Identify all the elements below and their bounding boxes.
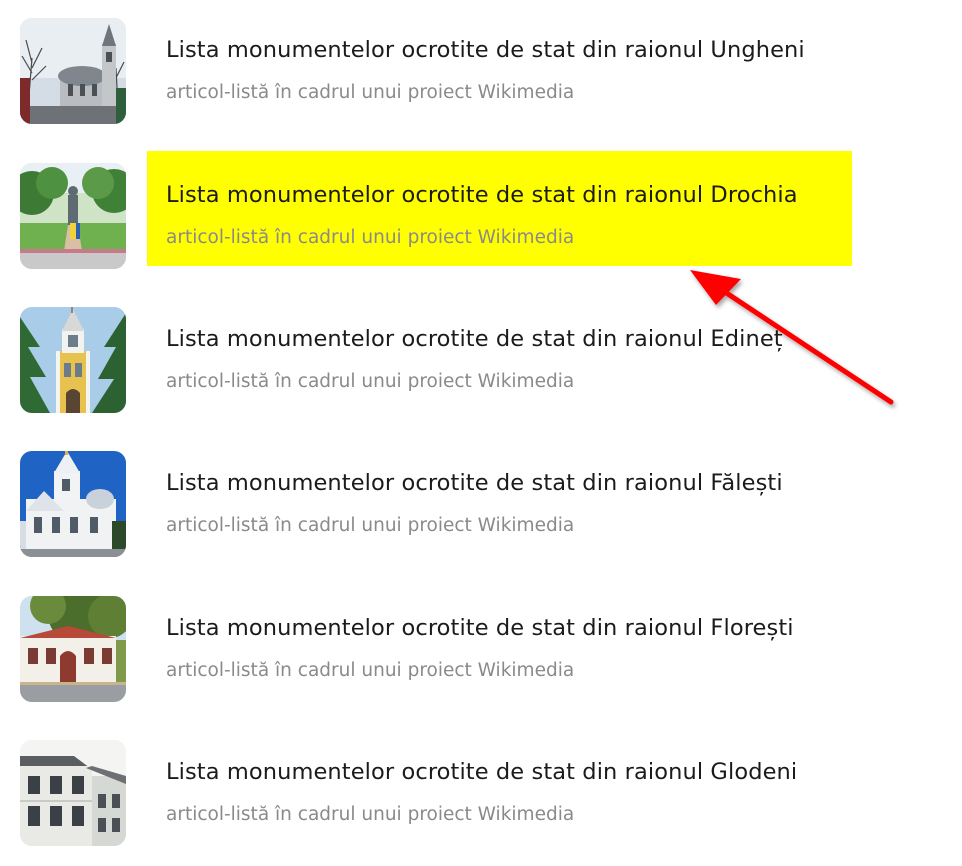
result-item-falesti[interactable]: Lista monumentelor ocrotite de stat din … xyxy=(0,433,962,577)
result-title[interactable]: Lista monumentelor ocrotite de stat din … xyxy=(166,182,798,208)
result-title[interactable]: Lista monumentelor ocrotite de stat din … xyxy=(166,37,805,63)
building-thumbnail-icon[interactable] xyxy=(20,596,126,702)
church-thumbnail-icon[interactable] xyxy=(20,451,126,557)
result-description: articol-listă în cadrul unui proiect Wik… xyxy=(166,804,575,825)
search-results-list: Lista monumentelor ocrotite de stat din … xyxy=(0,0,962,846)
result-item-ungheni[interactable]: Lista monumentelor ocrotite de stat din … xyxy=(0,0,962,144)
result-title[interactable]: Lista monumentelor ocrotite de stat din … xyxy=(166,759,797,785)
result-title[interactable]: Lista monumentelor ocrotite de stat din … xyxy=(166,615,794,641)
result-title[interactable]: Lista monumentelor ocrotite de stat din … xyxy=(166,470,783,496)
result-description: articol-listă în cadrul unui proiect Wik… xyxy=(166,371,575,392)
building-thumbnail-icon[interactable] xyxy=(20,740,126,846)
result-description: articol-listă în cadrul unui proiect Wik… xyxy=(166,515,575,536)
church-tower-thumbnail-icon[interactable] xyxy=(20,307,126,413)
result-item-floresti[interactable]: Lista monumentelor ocrotite de stat din … xyxy=(0,578,962,722)
result-item-edinet[interactable]: Lista monumentelor ocrotite de stat din … xyxy=(0,289,962,433)
result-description: articol-listă în cadrul unui proiect Wik… xyxy=(166,82,575,103)
result-item-glodeni[interactable]: Lista monumentelor ocrotite de stat din … xyxy=(0,722,962,866)
church-thumbnail-icon[interactable] xyxy=(20,18,126,124)
result-description: articol-listă în cadrul unui proiect Wik… xyxy=(166,660,575,681)
result-description: articol-listă în cadrul unui proiect Wik… xyxy=(166,227,575,248)
monument-park-thumbnail-icon[interactable] xyxy=(20,163,126,269)
yellow-highlight xyxy=(147,151,852,266)
result-title[interactable]: Lista monumentelor ocrotite de stat din … xyxy=(166,326,783,352)
result-item-drochia[interactable]: Lista monumentelor ocrotite de stat din … xyxy=(0,145,962,289)
